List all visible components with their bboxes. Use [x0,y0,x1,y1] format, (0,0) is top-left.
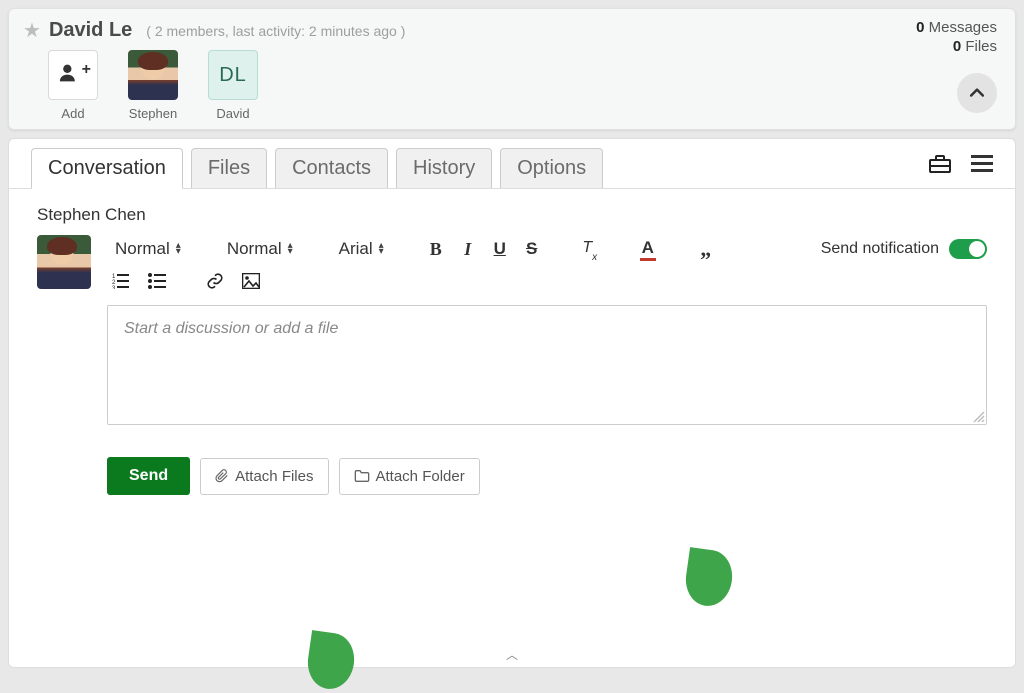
tab-files[interactable]: Files [191,148,267,188]
style-select[interactable]: Normal ▴▾ [107,239,189,259]
underline-button[interactable]: U [486,235,514,263]
person-icon [59,63,79,83]
member-label: David [216,106,249,121]
tab-history[interactable]: History [396,148,492,188]
chevron-up-icon [967,83,987,103]
plus-icon: + [82,61,91,79]
notify-toggle[interactable] [949,239,987,259]
tab-bar: Conversation Files Contacts History Opti… [9,139,1015,189]
size-select[interactable]: Normal ▴▾ [219,239,301,259]
member-avatar-stephen[interactable] [128,50,178,100]
font-select[interactable]: Arial ▴▾ [331,239,392,259]
sort-arrows-icon: ▴▾ [379,243,384,255]
files-count: 0 Files [916,38,997,55]
ordered-list-button[interactable]: 123 [107,267,135,295]
svg-text:3: 3 [112,286,116,289]
member-avatar-david[interactable]: DL [208,50,258,100]
workspace-title: David Le [49,19,132,42]
tab-conversation[interactable]: Conversation [31,148,183,189]
notify-label: Send notification [821,240,939,258]
blockquote-button[interactable]: „ [692,235,720,263]
attach-folder-button[interactable]: Attach Folder [339,458,480,495]
expand-down-handle[interactable]: ︿ [506,646,518,663]
send-button[interactable]: Send [107,457,190,495]
collapse-button[interactable] [957,73,997,113]
strikethrough-button[interactable]: S [518,235,546,263]
folder-icon [354,469,370,483]
workspace-header: ★ David Le ( 2 members, last activity: 2… [8,8,1016,130]
italic-button[interactable]: I [454,235,482,263]
tab-options[interactable]: Options [500,148,603,188]
briefcase-icon[interactable] [927,151,953,177]
richtext-toolbar: Normal ▴▾ Normal ▴▾ Arial ▴▾ [107,235,987,263]
tab-contacts[interactable]: Contacts [275,148,388,188]
main-panel: Conversation Files Contacts History Opti… [8,138,1016,668]
paperclip-icon [215,468,229,484]
add-member-label: Add [61,106,84,121]
resize-handle-icon[interactable] [973,411,985,423]
text-color-button[interactable]: A [634,235,662,263]
messages-count: 0 Messages [916,19,997,36]
compose-sender-name: Stephen Chen [37,205,987,225]
favorite-star-icon[interactable]: ★ [23,21,41,41]
menu-icon[interactable] [969,151,995,177]
message-editor[interactable]: Start a discussion or add a file [107,305,987,425]
unordered-list-button[interactable] [143,267,171,295]
member-label: Stephen [129,106,177,121]
link-button[interactable] [201,267,229,295]
add-member-button[interactable]: + [48,50,98,100]
compose-avatar [37,235,91,289]
clear-formatting-button[interactable]: Tx [576,235,604,263]
sort-arrows-icon: ▴▾ [288,243,293,255]
image-button[interactable] [237,267,265,295]
workspace-meta: ( 2 members, last activity: 2 minutes ag… [146,23,405,39]
bold-button[interactable]: B [422,235,450,263]
attach-files-button[interactable]: Attach Files [200,458,328,495]
sort-arrows-icon: ▴▾ [176,243,181,255]
